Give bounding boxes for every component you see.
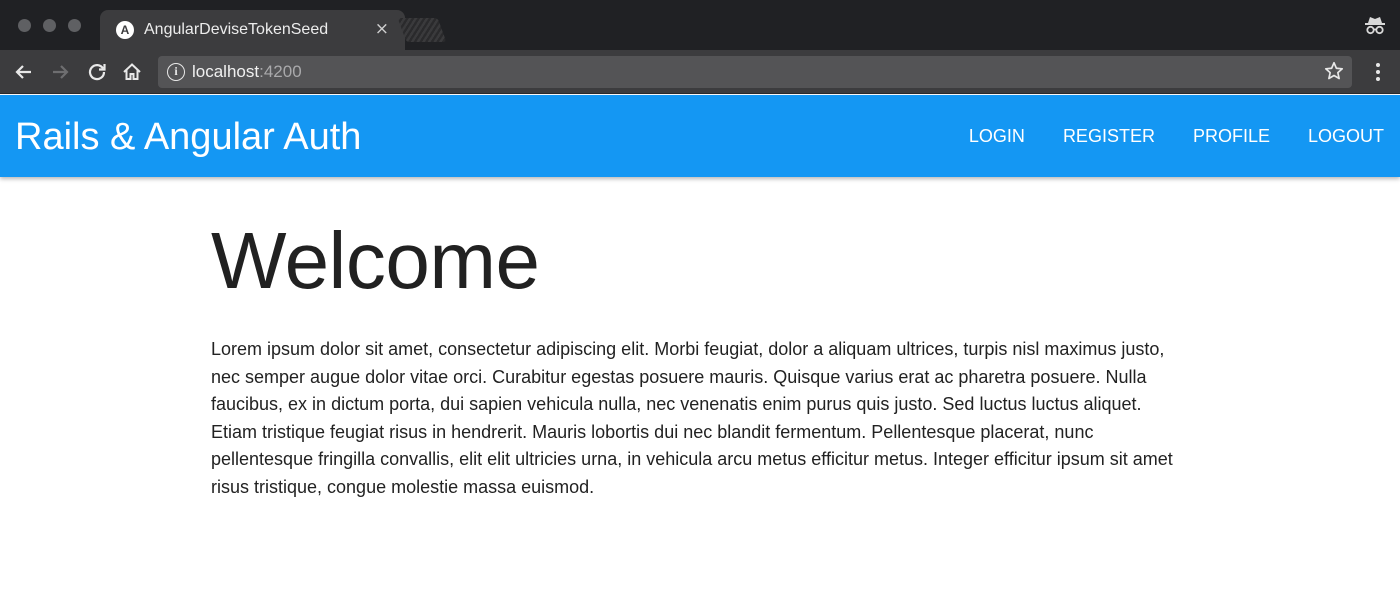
star-icon[interactable] xyxy=(1322,60,1346,84)
page-title: Welcome xyxy=(211,216,540,305)
nav-profile-link[interactable]: PROFILE xyxy=(1174,95,1289,177)
reload-icon[interactable] xyxy=(83,58,111,86)
app-navbar: Rails & Angular Auth LOGIN REGISTER PROF… xyxy=(0,95,1400,177)
nav-register-link[interactable]: REGISTER xyxy=(1044,95,1174,177)
browser-titlebar: A AngularDeviseTokenSeed × xyxy=(0,0,1400,50)
maximize-window-button[interactable] xyxy=(68,19,81,32)
nav-logout-link[interactable]: LOGOUT xyxy=(1289,95,1400,177)
browser-toolbar: i localhost:4200 xyxy=(0,50,1400,94)
url-host: localhost xyxy=(192,62,260,81)
menu-icon[interactable] xyxy=(1366,58,1390,86)
address-bar[interactable]: i localhost:4200 xyxy=(158,56,1352,88)
tab-close-icon[interactable]: × xyxy=(375,19,389,39)
main-content: Welcome Lorem ipsum dolor sit amet, cons… xyxy=(211,178,1191,501)
back-arrow-icon[interactable] xyxy=(10,58,38,86)
tab-title: AngularDeviseTokenSeed xyxy=(144,21,329,38)
forward-arrow-icon[interactable] xyxy=(46,58,74,86)
brand-title[interactable]: Rails & Angular Auth xyxy=(15,115,361,159)
url-text: localhost:4200 xyxy=(192,62,302,82)
new-tab-button[interactable] xyxy=(397,18,447,42)
nav-login-link[interactable]: LOGIN xyxy=(950,95,1044,177)
minimize-window-button[interactable] xyxy=(43,19,56,32)
info-icon[interactable]: i xyxy=(167,63,185,81)
nav-links: LOGIN REGISTER PROFILE LOGOUT xyxy=(950,95,1400,177)
body-paragraph: Lorem ipsum dolor sit amet, consectetur … xyxy=(211,339,1173,497)
angular-logo-icon: A xyxy=(116,21,134,39)
url-port: :4200 xyxy=(259,62,302,81)
incognito-icon xyxy=(1364,14,1386,36)
browser-tab[interactable]: A AngularDeviseTokenSeed × xyxy=(100,10,405,50)
close-window-button[interactable] xyxy=(18,19,31,32)
home-icon[interactable] xyxy=(118,58,146,86)
